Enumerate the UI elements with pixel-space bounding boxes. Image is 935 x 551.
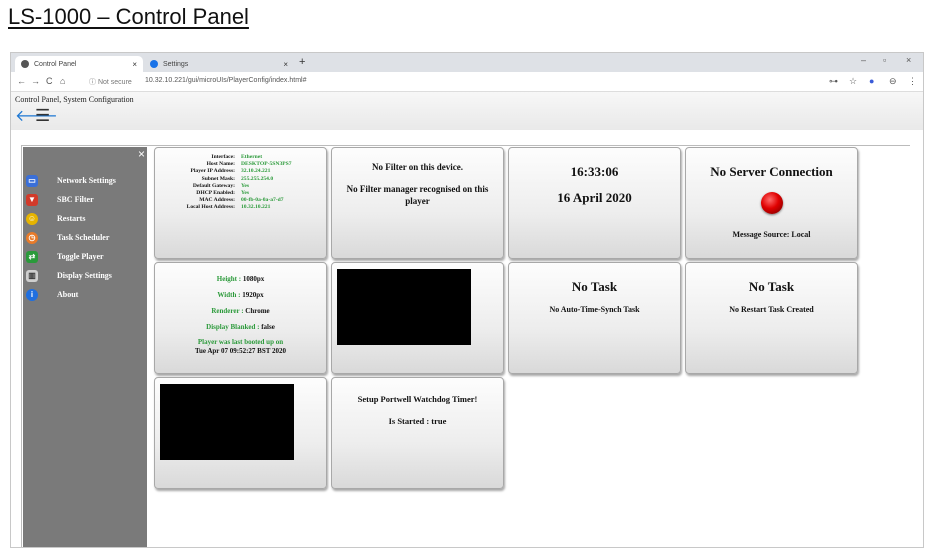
video-preview-tile-1[interactable] <box>331 262 504 374</box>
tab-close-icon[interactable]: × <box>283 60 288 69</box>
hamburger-menu-icon[interactable]: ☰ <box>35 107 50 124</box>
sidebar-item-display-settings[interactable]: ▥ Display Settings <box>23 267 147 284</box>
tab-control-panel[interactable]: Control Panel × <box>15 56 143 72</box>
status-light-icon <box>686 192 857 214</box>
filter-message: No Filter manager recognised on this pla… <box>346 184 489 206</box>
display-height: Height : 1080px <box>216 275 265 283</box>
scheduler-icon: ◷ <box>26 231 38 244</box>
breadcrumb: Control Panel, System Configuration <box>15 95 134 104</box>
network-row: Default Gateway: Yes <box>192 182 250 189</box>
network-row: MAC Address: 00-fb-0a-0a-a7-d7 <box>199 197 284 204</box>
time-sync-task-tile[interactable]: No Task No Auto-Time-Synch Task <box>508 262 681 374</box>
server-connection-tile[interactable]: No Server Connection Message Source: Loc… <box>685 147 858 259</box>
sidebar: × ▭ Network Settings ▼ SBC Filter ☺ Rest… <box>23 147 147 547</box>
server-status-title: No Server Connection <box>710 164 833 179</box>
filter-tile[interactable]: No Filter on this device. No Filter mana… <box>331 147 504 259</box>
globe-icon <box>21 60 29 68</box>
sidebar-item-sbc-filter[interactable]: ▼ SBC Filter <box>23 191 147 208</box>
restart-task-tile[interactable]: No Task No Restart Task Created <box>685 262 858 374</box>
toggle-icon: ⇄ <box>26 250 38 263</box>
network-row: Subnet Mask: 255.255.254.0 <box>201 175 274 182</box>
document-title: LS-1000 – Control Panel <box>8 4 249 29</box>
content-area: × ▭ Network Settings ▼ SBC Filter ☺ Rest… <box>11 130 923 547</box>
clock-date: 16 April 2020 <box>557 190 632 205</box>
video-preview-1 <box>337 269 471 345</box>
profile-icon[interactable]: ⊖ <box>889 76 897 87</box>
display-icon: ▥ <box>26 269 38 282</box>
display-info-tile[interactable]: Height : 1080px Width : 1920px Renderer … <box>154 262 327 374</box>
message-source: Message Source: Local <box>732 230 811 239</box>
tab-strip: Control Panel × Settings × + – ▫ × <box>11 53 923 72</box>
info-icon: i <box>26 288 38 301</box>
minimize-button[interactable]: – <box>861 55 866 65</box>
clock-time: 16:33:06 <box>570 164 619 179</box>
network-row: Local Host Address: 10.32.10.221 <box>186 204 271 211</box>
clock-tile[interactable]: 16:33:06 16 April 2020 <box>508 147 681 259</box>
tab-label: Control Panel <box>34 60 77 68</box>
video-preview-2 <box>160 384 294 460</box>
task-restart-message: No Restart Task Created <box>729 305 814 314</box>
display-blanked: Display Blanked : false <box>206 323 275 331</box>
extension-icon[interactable]: ● <box>869 76 874 86</box>
settings-gear-icon <box>150 60 158 68</box>
back-button[interactable]: ← <box>17 76 26 86</box>
network-row: Interface: Ethernet <box>211 154 263 160</box>
new-tab-button[interactable]: + <box>299 56 305 68</box>
reload-button[interactable]: C <box>46 76 53 86</box>
address-toolbar: ← → C ⌂ ⓘ Not secure 10.32.10.221/gui/mi… <box>11 72 923 92</box>
watchdog-status: Is Started : true <box>388 416 447 426</box>
home-button[interactable]: ⌂ <box>60 76 65 86</box>
security-indicator[interactable]: ⓘ Not secure <box>89 77 132 87</box>
restart-icon: ☺ <box>26 212 38 225</box>
sidebar-item-restarts[interactable]: ☺ Restarts <box>23 210 147 227</box>
forward-button[interactable]: → <box>31 76 40 86</box>
network-info-tile[interactable]: Interface: Ethernet Host Name: DESKTOP-5SN… <box>154 147 327 259</box>
sidebar-item-about[interactable]: i About <box>23 286 147 303</box>
maximize-button[interactable]: ▫ <box>883 55 886 65</box>
filter-icon: ▼ <box>26 193 38 206</box>
close-window-button[interactable]: × <box>906 55 911 65</box>
tab-label: Settings <box>163 60 189 68</box>
browser-window: Control Panel × Settings × + – ▫ × ← → C… <box>10 52 924 548</box>
network-row: Player IP Address: 32.10.24.221 <box>190 168 271 175</box>
display-renderer: Renderer : Chrome <box>211 307 270 315</box>
network-row: DHCP Enabled: Yes <box>196 190 250 197</box>
network-row: Host Name: DESKTOP-5SN3PS7 <box>206 161 292 168</box>
sidebar-item-toggle-player[interactable]: ⇄ Toggle Player <box>23 248 147 265</box>
tab-close-icon[interactable]: × <box>132 60 137 69</box>
sidebar-item-task-scheduler[interactable]: ◷ Task Scheduler <box>23 229 147 246</box>
watchdog-title: Setup Portwell Watchdog Timer! <box>357 394 478 404</box>
video-preview-tile-2[interactable] <box>154 377 327 489</box>
app-header: Control Panel, System Configuration 🡐 ☰ <box>11 92 923 131</box>
task-sync-title: No Task <box>571 279 618 294</box>
tab-settings[interactable]: Settings × <box>144 56 294 72</box>
watchdog-tile[interactable]: Setup Portwell Watchdog Timer! Is Starte… <box>331 377 504 489</box>
key-icon[interactable]: ⊶ <box>829 76 838 87</box>
sidebar-close-icon[interactable]: × <box>138 147 145 161</box>
task-sync-message: No Auto-Time-Synch Task <box>549 305 640 314</box>
filter-title: No Filter on this device. <box>371 162 464 172</box>
task-restart-title: No Task <box>748 279 795 294</box>
boot-time: Tue Apr 07 09:52:27 BST 2020 <box>194 347 287 355</box>
boot-label: Player was last booted up on <box>197 338 284 346</box>
network-icon: ▭ <box>26 174 38 187</box>
bookmark-star-icon[interactable]: ☆ <box>849 76 857 87</box>
url-field[interactable]: 10.32.10.221/gui/microUIs/PlayerConfig/i… <box>145 77 306 84</box>
more-options-icon[interactable]: ⋮ <box>908 76 917 87</box>
sidebar-item-network-settings[interactable]: ▭ Network Settings <box>23 172 147 189</box>
display-width: Width : 1920px <box>217 291 264 299</box>
